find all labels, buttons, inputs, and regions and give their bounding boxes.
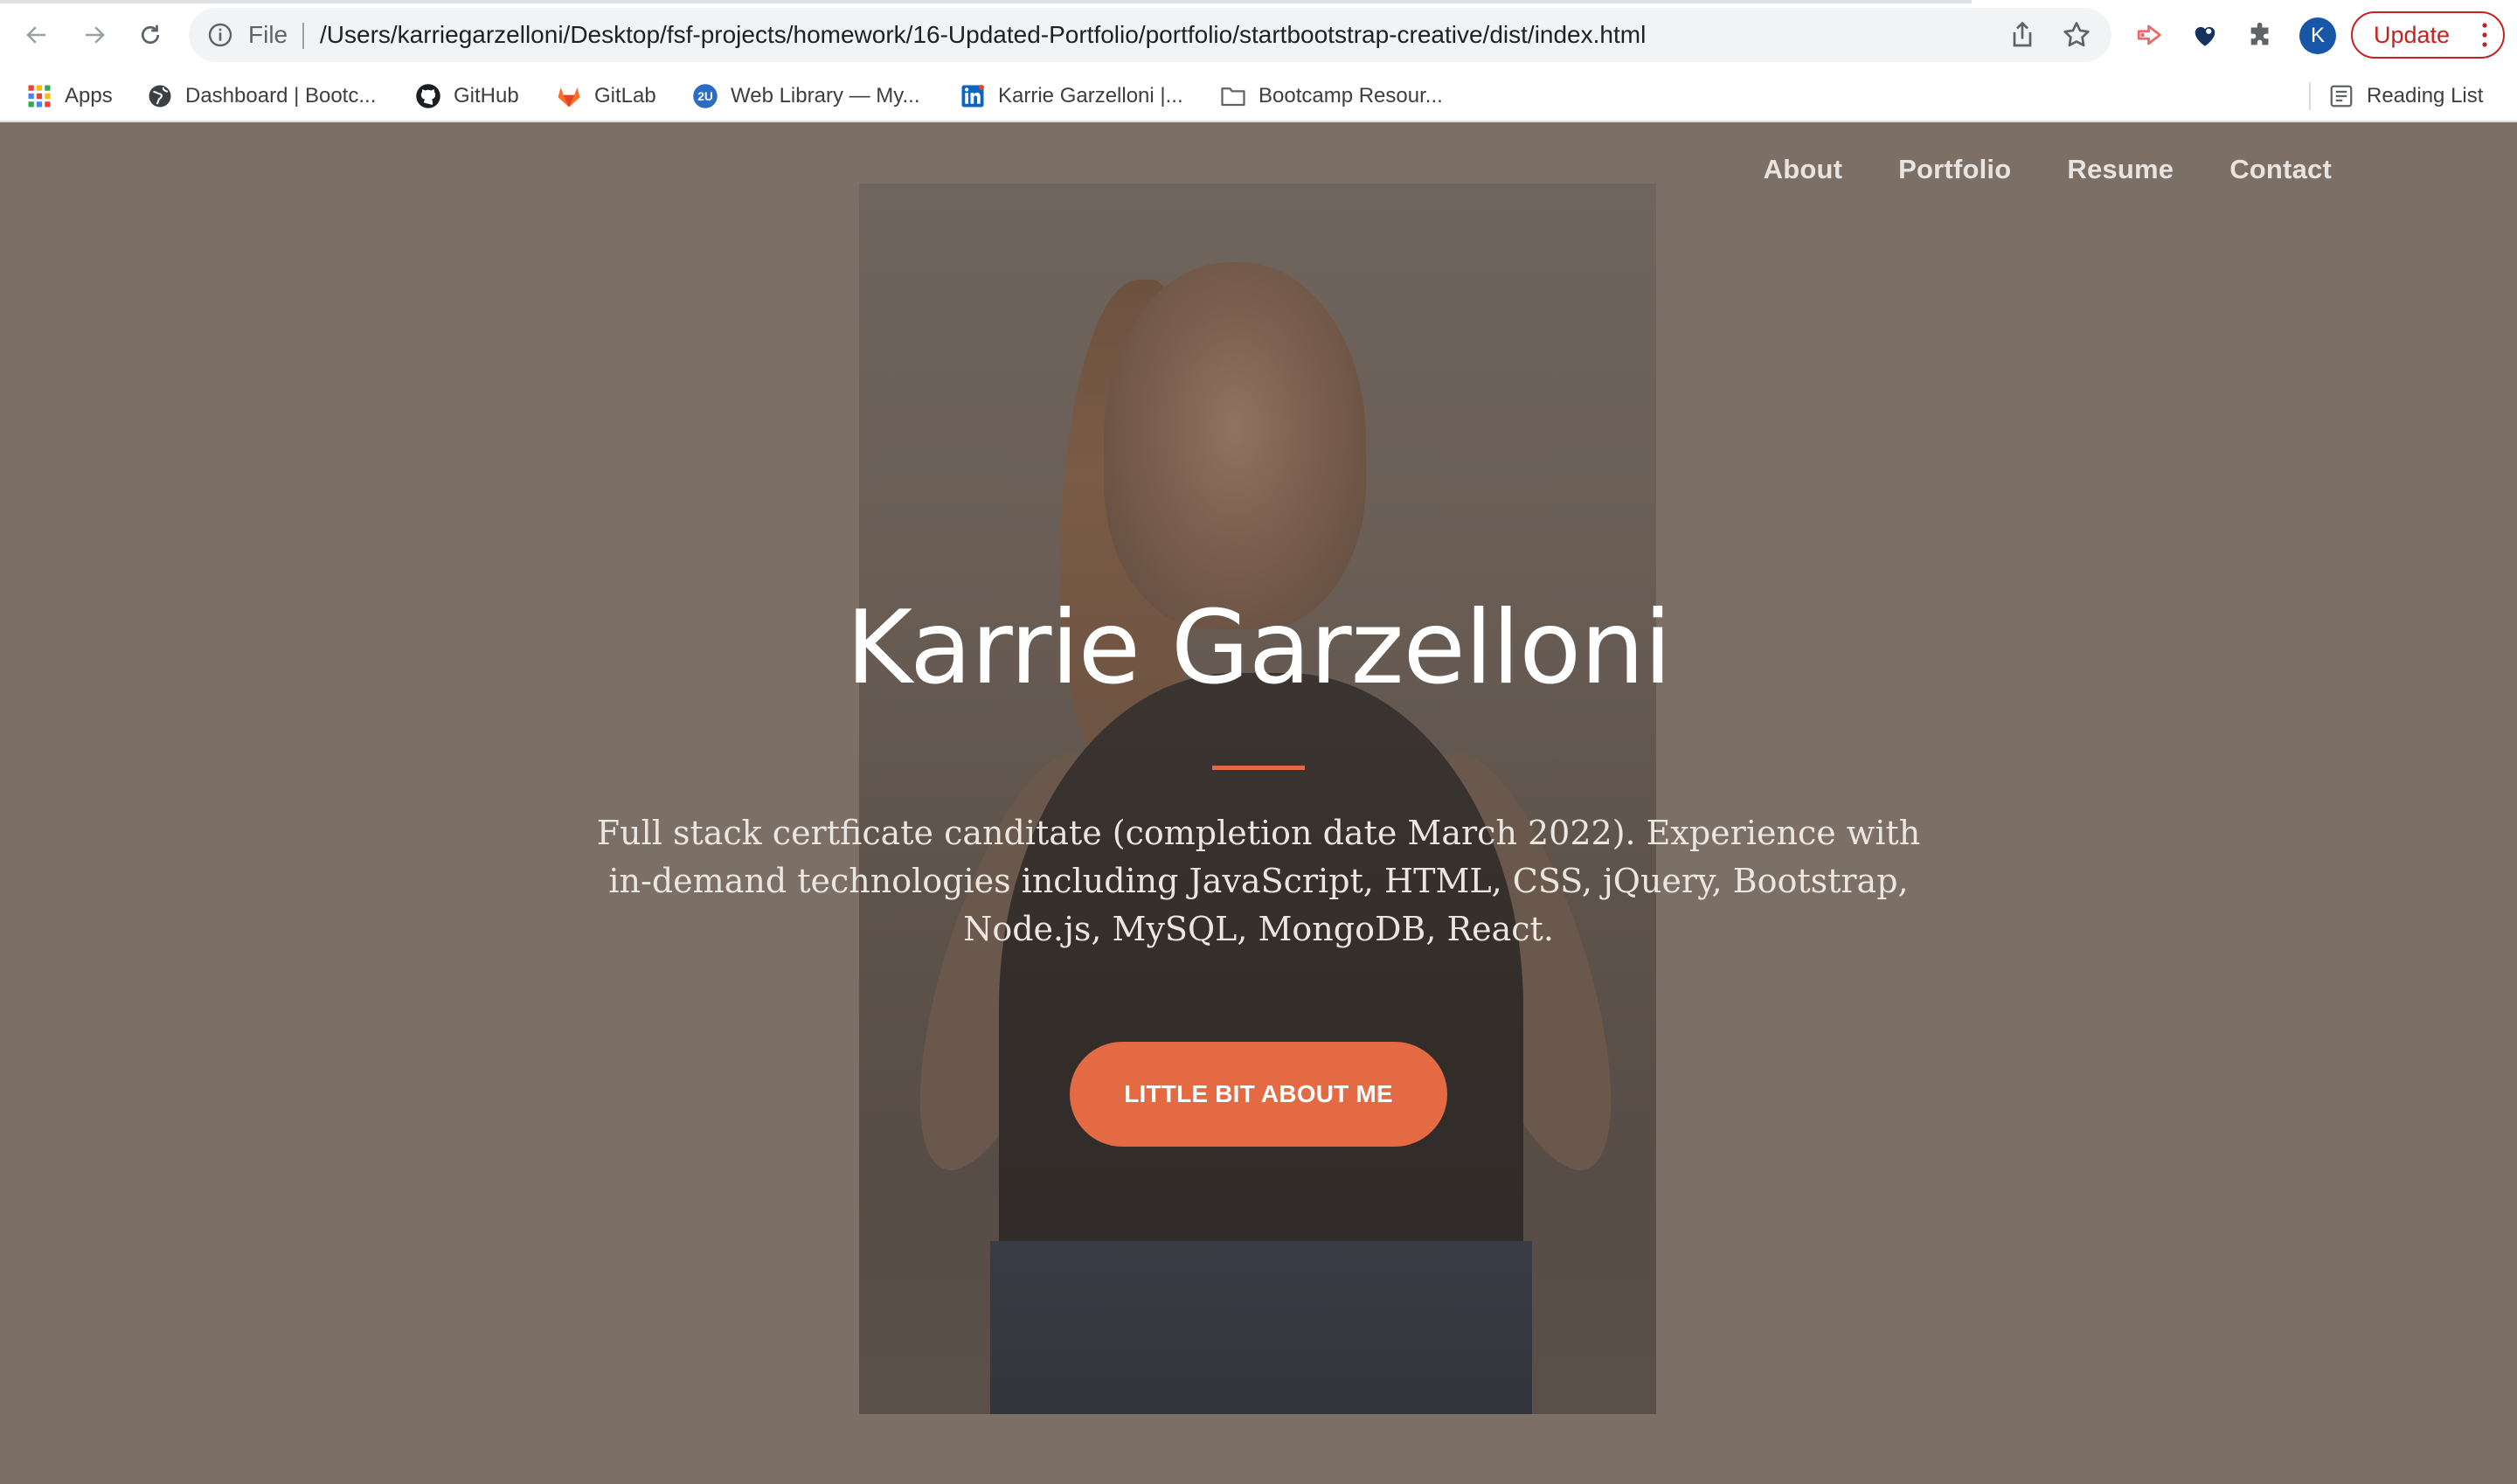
reading-list-button[interactable]: Reading List: [2328, 70, 2483, 122]
nav-contact-link[interactable]: Contact: [2229, 154, 2332, 185]
back-button[interactable]: [17, 16, 56, 54]
address-bar[interactable]: File /Users/karriegarzelloni/Desktop/fsf…: [189, 8, 2111, 62]
kebab-menu-icon: [2482, 23, 2487, 47]
extension-heart[interactable]: [2188, 17, 2222, 52]
update-button[interactable]: Update: [2351, 11, 2505, 59]
bookmark-web-library[interactable]: 2U Web Library — My...: [692, 70, 920, 122]
reading-list-label: Reading List: [2367, 84, 2484, 107]
bookmark-linkedin[interactable]: Karrie Garzelloni |...: [960, 70, 1183, 122]
bookmark-label: GitLab: [594, 84, 656, 107]
site-navigation: About Portfolio Resume Contact: [1764, 154, 2332, 185]
nav-portfolio-link[interactable]: Portfolio: [1898, 154, 2011, 185]
bookmark-folder-bootcamp[interactable]: Bootcamp Resour...: [1220, 70, 1443, 122]
info-icon[interactable]: [206, 21, 234, 49]
extension-red-arrow[interactable]: [2132, 17, 2167, 52]
reload-button[interactable]: [131, 16, 170, 54]
back-arrow-icon: [26, 26, 45, 44]
bookmark-label: Dashboard | Bootc...: [185, 84, 377, 107]
portfolio-page: About Portfolio Resume Contact Karrie Ga…: [0, 122, 2517, 1484]
extensions-menu[interactable]: [2243, 17, 2278, 52]
globe-icon: [149, 85, 171, 107]
reload-icon: [141, 24, 160, 45]
apps-grid-icon: [28, 85, 51, 107]
folder-icon: [1221, 87, 1245, 107]
reading-list-icon: [2330, 85, 2353, 107]
forward-button[interactable]: [75, 16, 114, 54]
url-separator: [302, 23, 304, 49]
profile-avatar[interactable]: K: [2299, 17, 2336, 54]
about-me-button[interactable]: LITTLE BIT ABOUT ME: [1070, 1042, 1447, 1147]
forward-arrow-icon: [86, 26, 105, 44]
bookmark-label: Web Library — My...: [731, 84, 920, 107]
hero-subtitle: Full stack certficate canditate (complet…: [596, 814, 1921, 948]
tab-strip-edge: [0, 0, 1972, 3]
bookmark-label: Karrie Garzelloni |...: [998, 84, 1183, 107]
bookmark-dashboard[interactable]: Dashboard | Bootc...: [147, 70, 376, 122]
bookmarks-separator: [2309, 82, 2311, 110]
bookmark-label: GitHub: [454, 84, 519, 107]
url-text[interactable]: /Users/karriegarzelloni/Desktop/fsf-proj…: [320, 8, 1646, 62]
svg-text:2U: 2U: [697, 90, 713, 103]
github-icon: [416, 84, 440, 108]
share-icon[interactable]: [2007, 19, 2038, 51]
bookmark-gitlab[interactable]: GitLab: [556, 70, 656, 122]
bookmark-star-icon[interactable]: [2061, 19, 2092, 51]
nav-resume-link[interactable]: Resume: [2067, 154, 2174, 185]
update-label: Update: [2374, 22, 2451, 48]
hero-portrait-photo: [859, 184, 1656, 1414]
bookmark-label: Apps: [65, 84, 113, 107]
bookmark-github[interactable]: GitHub: [415, 70, 519, 122]
arrow-extension-icon: [2137, 24, 2161, 45]
bookmark-label: Bootcamp Resour...: [1258, 84, 1443, 107]
url-scheme-label: File: [248, 21, 288, 48]
gitlab-icon: [558, 87, 580, 107]
hero-divider: [1212, 766, 1305, 770]
bookmark-apps[interactable]: Apps: [26, 70, 113, 122]
heart-extension-icon: [2195, 26, 2215, 46]
bookmarks-bar: Apps Dashboard | Bootc... GitHub GitLab …: [0, 70, 2517, 122]
2u-icon: 2U: [693, 84, 718, 108]
browser-toolbar: File /Users/karriegarzelloni/Desktop/fsf…: [0, 0, 2517, 70]
linkedin-icon: [961, 85, 984, 107]
hero-title: Karrie Garzelloni: [845, 589, 1672, 707]
nav-about-link[interactable]: About: [1764, 154, 1843, 185]
puzzle-piece-icon: [2250, 22, 2269, 45]
